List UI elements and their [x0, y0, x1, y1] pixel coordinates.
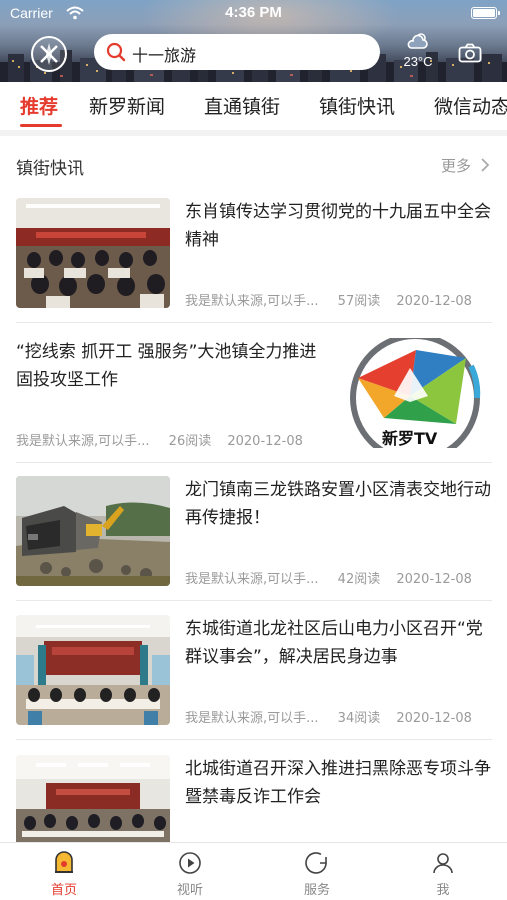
status-time: 4:36 PM — [225, 4, 282, 21]
news-source: 我是默认来源,可以手... — [185, 572, 319, 587]
news-meta: 我是默认来源,可以手... 57阅读 2020-12-08 — [185, 290, 472, 309]
nav-me[interactable]: 我 — [403, 851, 483, 898]
nav-media[interactable]: 视听 — [150, 851, 230, 898]
xinluo-tv-logo-text: 新罗TV — [382, 429, 438, 448]
news-image-conference — [16, 755, 170, 842]
divider — [16, 600, 492, 601]
tab-wechat-updates[interactable]: 微信动态 — [434, 92, 507, 119]
news-reads: 26阅读 — [168, 434, 212, 449]
news-source: 我是默认来源,可以手... — [185, 711, 319, 726]
bottom-navigation: 首页 视听 服务 我 — [0, 842, 507, 900]
play-icon — [179, 852, 201, 874]
news-title[interactable]: 东城街道北龙社区后山电力小区召开“党群议事会”，解决居民身边事 — [185, 615, 497, 671]
news-item[interactable]: 龙门镇南三龙铁路安置小区清表交地行动再传捷报！ 我是默认来源,可以手... 42… — [0, 476, 507, 600]
tab-town-streets[interactable]: 直通镇街 — [204, 92, 280, 119]
service-icon — [305, 852, 327, 874]
app-logo-icon[interactable] — [31, 36, 67, 72]
news-meta: 我是默认来源,可以手... 26阅读 2020-12-08 — [16, 430, 303, 449]
nav-home[interactable]: 首页 — [24, 851, 104, 898]
search-input[interactable]: 十一旅游 — [94, 34, 380, 70]
news-date: 2020-12-08 — [396, 711, 472, 726]
news-meta: 我是默认来源,可以手... 42阅读 2020-12-08 — [185, 568, 472, 587]
tab-town-news-flash[interactable]: 镇街快讯 — [319, 92, 395, 119]
more-link[interactable]: 更多 — [441, 155, 471, 176]
nav-media-label: 视听 — [176, 883, 203, 898]
nav-services[interactable]: 服务 — [277, 851, 357, 898]
section-title: 镇街快讯 — [16, 159, 84, 179]
nav-services-label: 服务 — [303, 883, 330, 898]
news-image-xinluo-tv: 新罗TV — [338, 338, 492, 448]
home-icon — [55, 851, 73, 873]
divider — [16, 739, 492, 740]
weather-temperature: 23°C — [403, 54, 433, 69]
news-date: 2020-12-08 — [227, 434, 303, 449]
weather-widget[interactable]: 23°C — [398, 30, 438, 74]
nav-home-label: 首页 — [50, 883, 77, 898]
news-date: 2020-12-08 — [396, 294, 472, 309]
news-title[interactable]: 龙门镇南三龙铁路安置小区清表交地行动再传捷报！ — [185, 476, 497, 532]
category-tabs: 推荐 新罗新闻 直通镇街 镇街快讯 微信动态 — [0, 82, 507, 130]
tabs-separator — [0, 130, 507, 136]
divider — [16, 462, 492, 463]
news-reads: 57阅读 — [337, 294, 381, 309]
news-item[interactable]: 东肖镇传达学习贯彻党的十九届五中全会精神 我是默认来源,可以手... 57阅读 … — [0, 198, 507, 322]
news-item[interactable]: 北城街道召开深入推进扫黑除恶专项斗争暨禁毒反诈工作会 — [0, 755, 507, 842]
nav-me-label: 我 — [436, 883, 450, 898]
search-text: 十一旅游 — [132, 46, 197, 65]
weather-icon — [407, 33, 428, 49]
news-image-meeting-hall — [16, 615, 170, 725]
news-title[interactable]: 东肖镇传达学习贯彻党的十九届五中全会精神 — [185, 198, 497, 254]
tab-xinluo-news[interactable]: 新罗新闻 — [89, 92, 165, 119]
news-source: 我是默认来源,可以手... — [16, 434, 150, 449]
user-icon — [433, 853, 453, 874]
news-source: 我是默认来源,可以手... — [185, 294, 319, 309]
news-date: 2020-12-08 — [396, 572, 472, 587]
status-bar: Carrier 4:36 PM — [0, 0, 507, 28]
news-title[interactable]: “挖线索 抓开工 强服务”大池镇全力推进固投攻坚工作 — [16, 338, 326, 394]
tab-recommend[interactable]: 推荐 — [20, 92, 58, 119]
camera-icon[interactable] — [458, 43, 482, 63]
xinluo-tv-logo-icon: 新罗TV — [350, 338, 481, 448]
news-reads: 42阅读 — [337, 572, 381, 587]
battery-icon — [471, 7, 500, 19]
news-image-demolition-site — [16, 476, 170, 586]
news-reads: 34阅读 — [337, 711, 381, 726]
divider — [16, 322, 492, 323]
news-item[interactable]: 东城街道北龙社区后山电力小区召开“党群议事会”，解决居民身边事 我是默认来源,可… — [0, 615, 507, 739]
search-icon — [106, 42, 126, 62]
chevron-right-icon[interactable] — [480, 157, 490, 173]
news-title[interactable]: 北城街道召开深入推进扫黑除恶专项斗争暨禁毒反诈工作会 — [185, 755, 497, 811]
active-tab-indicator — [20, 124, 62, 127]
news-item[interactable]: “挖线索 抓开工 强服务”大池镇全力推进固投攻坚工作 我是默认来源,可以手...… — [0, 338, 507, 462]
header-banner: Carrier 4:36 PM 十一旅游 23°C — [0, 0, 507, 82]
news-meta: 我是默认来源,可以手... 34阅读 2020-12-08 — [185, 707, 472, 726]
app-logo-mark — [40, 43, 58, 65]
news-image-meeting-room — [16, 198, 170, 308]
